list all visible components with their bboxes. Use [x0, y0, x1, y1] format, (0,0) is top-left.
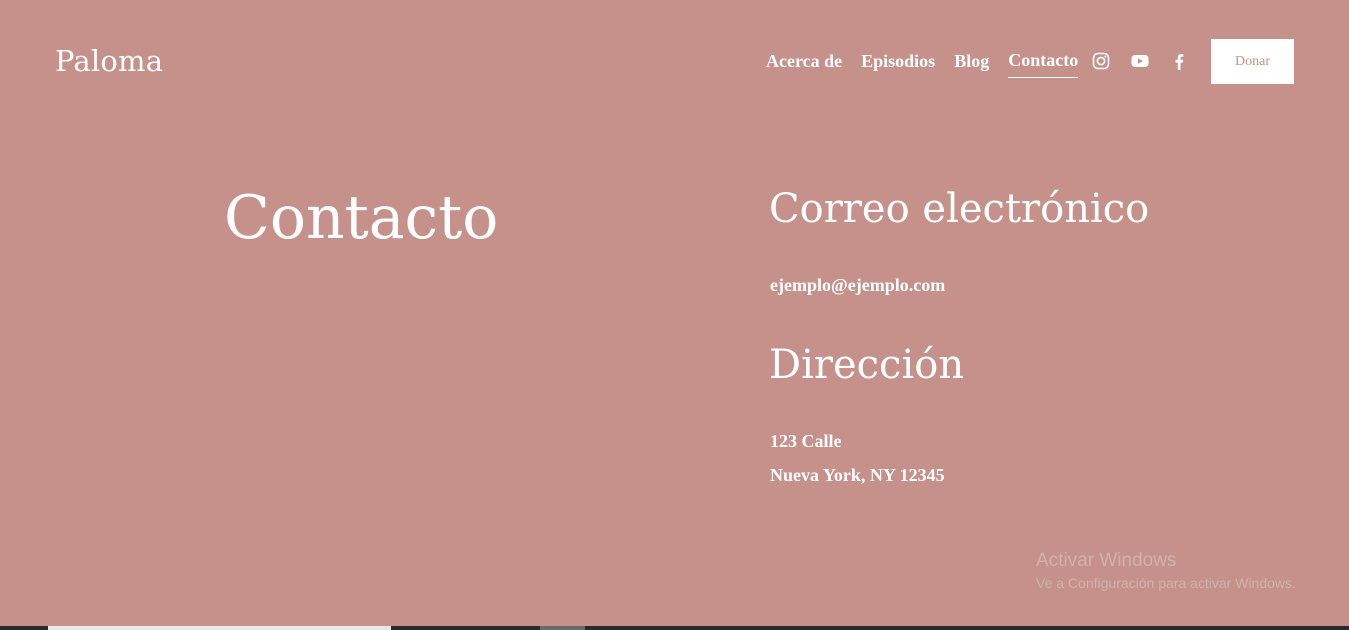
donate-button[interactable]: Donar [1211, 39, 1294, 84]
nav-link-contacto[interactable]: Contacto [1008, 48, 1079, 78]
watermark-title: Activar Windows [1036, 550, 1177, 571]
nav-link-episodios[interactable]: Episodios [861, 49, 935, 78]
address-heading: Dirección [769, 342, 965, 388]
taskbar-segment [540, 626, 585, 630]
taskbar-segment [48, 626, 391, 630]
watermark-subtitle: Ve a Configuración para activar Windows. [1036, 575, 1296, 591]
instagram-icon[interactable] [1090, 50, 1112, 72]
nav-link-blog[interactable]: Blog [954, 49, 989, 78]
page-title: Contacto [224, 183, 499, 253]
address-line-1: 123 Calle [770, 431, 842, 451]
address-line-2: Nueva York, NY 12345 [770, 465, 945, 485]
nav-link-acerca-de[interactable]: Acerca de [766, 49, 842, 78]
taskbar-strip [0, 626, 1349, 630]
social-links [1090, 50, 1207, 72]
facebook-icon[interactable] [1168, 50, 1190, 72]
main-nav: Acerca de Episodios Blog Contacto [766, 48, 1097, 78]
email-heading: Correo electrónico [769, 186, 1150, 232]
site-logo[interactable]: Paloma [55, 43, 163, 79]
youtube-icon[interactable] [1129, 50, 1151, 72]
windows-activation-watermark: Activar Windows Ve a Configuración para … [1036, 549, 1296, 593]
site-header: Paloma Acerca de Episodios Blog Contacto [0, 0, 1349, 122]
email-link[interactable]: ejemplo@ejemplo.com [770, 273, 945, 297]
